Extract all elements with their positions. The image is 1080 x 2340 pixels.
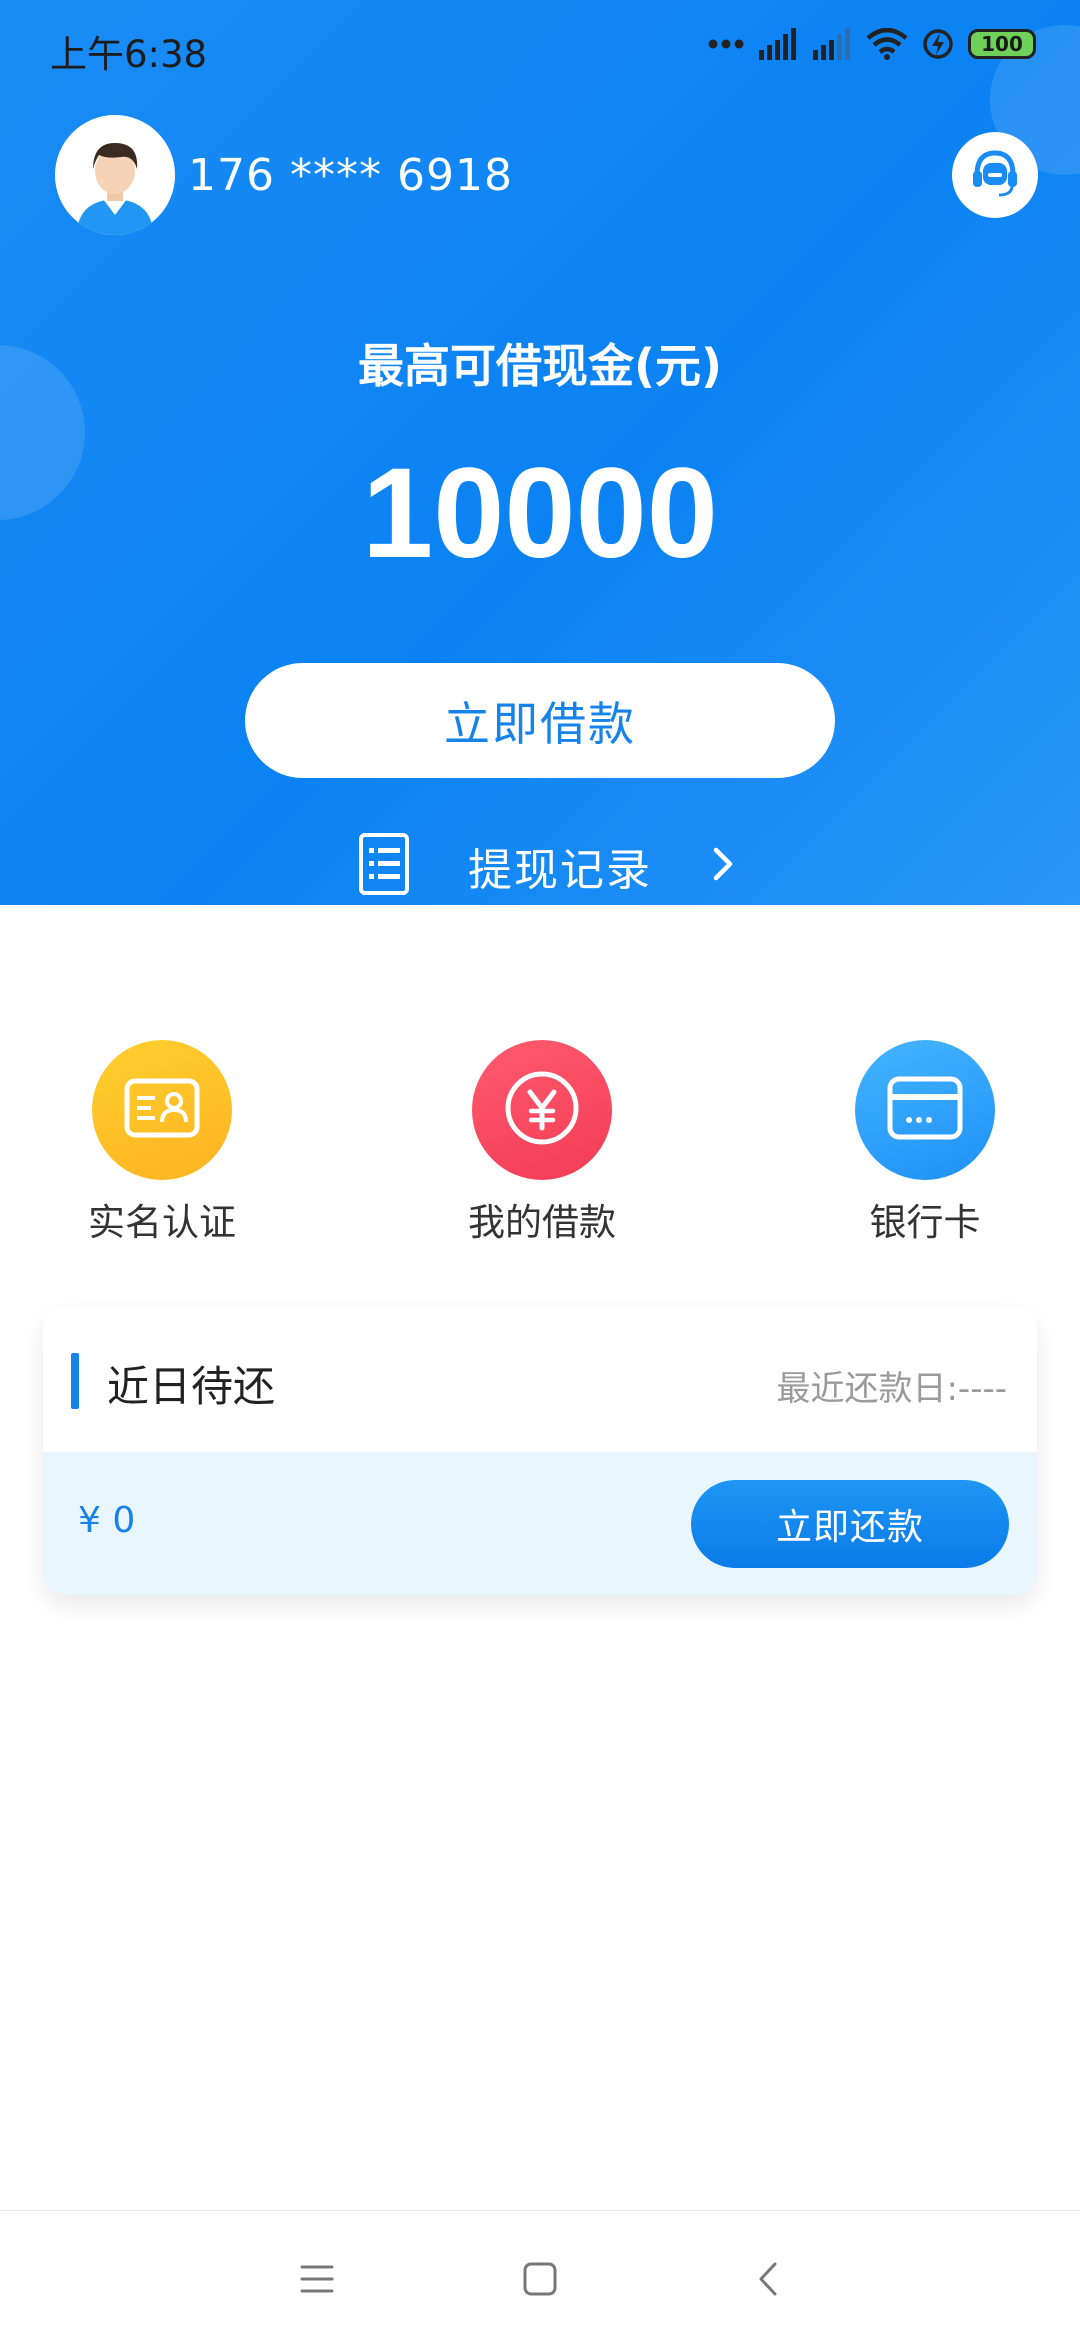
- shortcut-label: 实名认证: [88, 1201, 236, 1244]
- repay-now-button[interactable]: 立即还款: [691, 1480, 1009, 1568]
- shortcut-label: 银行卡: [869, 1201, 981, 1244]
- signal-weak-icon: [812, 28, 852, 60]
- borrow-now-button[interactable]: 立即借款: [245, 663, 835, 778]
- headset-icon: [967, 145, 1023, 205]
- more-dots-icon: [708, 38, 744, 50]
- status-icons: 100: [708, 28, 1036, 60]
- system-nav-bar: [0, 2210, 1080, 2340]
- status-time: 上午6:38: [50, 33, 208, 76]
- customer-service-button[interactable]: [952, 132, 1038, 218]
- accent-bar: [71, 1353, 79, 1409]
- signal-icon: [758, 28, 798, 60]
- shortcut-icon-circle: [92, 1040, 232, 1180]
- avatar[interactable]: [55, 115, 175, 235]
- withdraw-record-label: 提现记录: [468, 845, 652, 896]
- battery-icon: 100: [968, 29, 1036, 59]
- header-banner: 上午6:38 100 176 **** 6918 最高可借现金(元) 10000…: [0, 0, 1080, 905]
- shortcut-real-name-auth[interactable]: 实名认证: [52, 1040, 272, 1246]
- status-bar: 上午6:38 100: [0, 0, 1080, 95]
- repayment-card: 近日待还 最近还款日:---- ¥ 0 立即还款: [43, 1307, 1037, 1595]
- shortcut-bank-card[interactable]: 银行卡: [815, 1040, 1035, 1246]
- document-list-icon: [358, 832, 410, 900]
- withdraw-record-link[interactable]: 提现记录: [358, 832, 734, 900]
- max-loan-label: 最高可借现金(元): [357, 339, 723, 393]
- home-square-icon[interactable]: [510, 2249, 570, 2309]
- shortcut-icon-circle: [855, 1040, 995, 1180]
- user-phone: 176 **** 6918: [188, 150, 513, 201]
- charging-icon: [922, 28, 954, 60]
- id-card-icon: [124, 1078, 200, 1142]
- latest-repayment-date: 最近还款日:----: [776, 1369, 1007, 1409]
- shortcut-label: 我的借款: [468, 1201, 616, 1244]
- repayment-amount: ¥ 0: [78, 1500, 136, 1541]
- yen-coin-icon: [502, 1068, 582, 1152]
- repayment-card-header: 近日待还 最近还款日:----: [43, 1307, 1037, 1452]
- shortcut-icon-circle: [472, 1040, 612, 1180]
- max-loan-amount: 10000: [362, 442, 718, 585]
- chevron-right-icon: [712, 846, 734, 886]
- back-chevron-icon[interactable]: [738, 2249, 798, 2309]
- wifi-icon: [866, 28, 908, 60]
- menu-icon[interactable]: [287, 2249, 347, 2309]
- repayment-card-body: ¥ 0 立即还款: [43, 1452, 1037, 1595]
- bank-card-icon: [887, 1076, 963, 1144]
- repayment-title: 近日待还: [107, 1362, 276, 1411]
- shortcut-my-loans[interactable]: 我的借款: [432, 1040, 652, 1246]
